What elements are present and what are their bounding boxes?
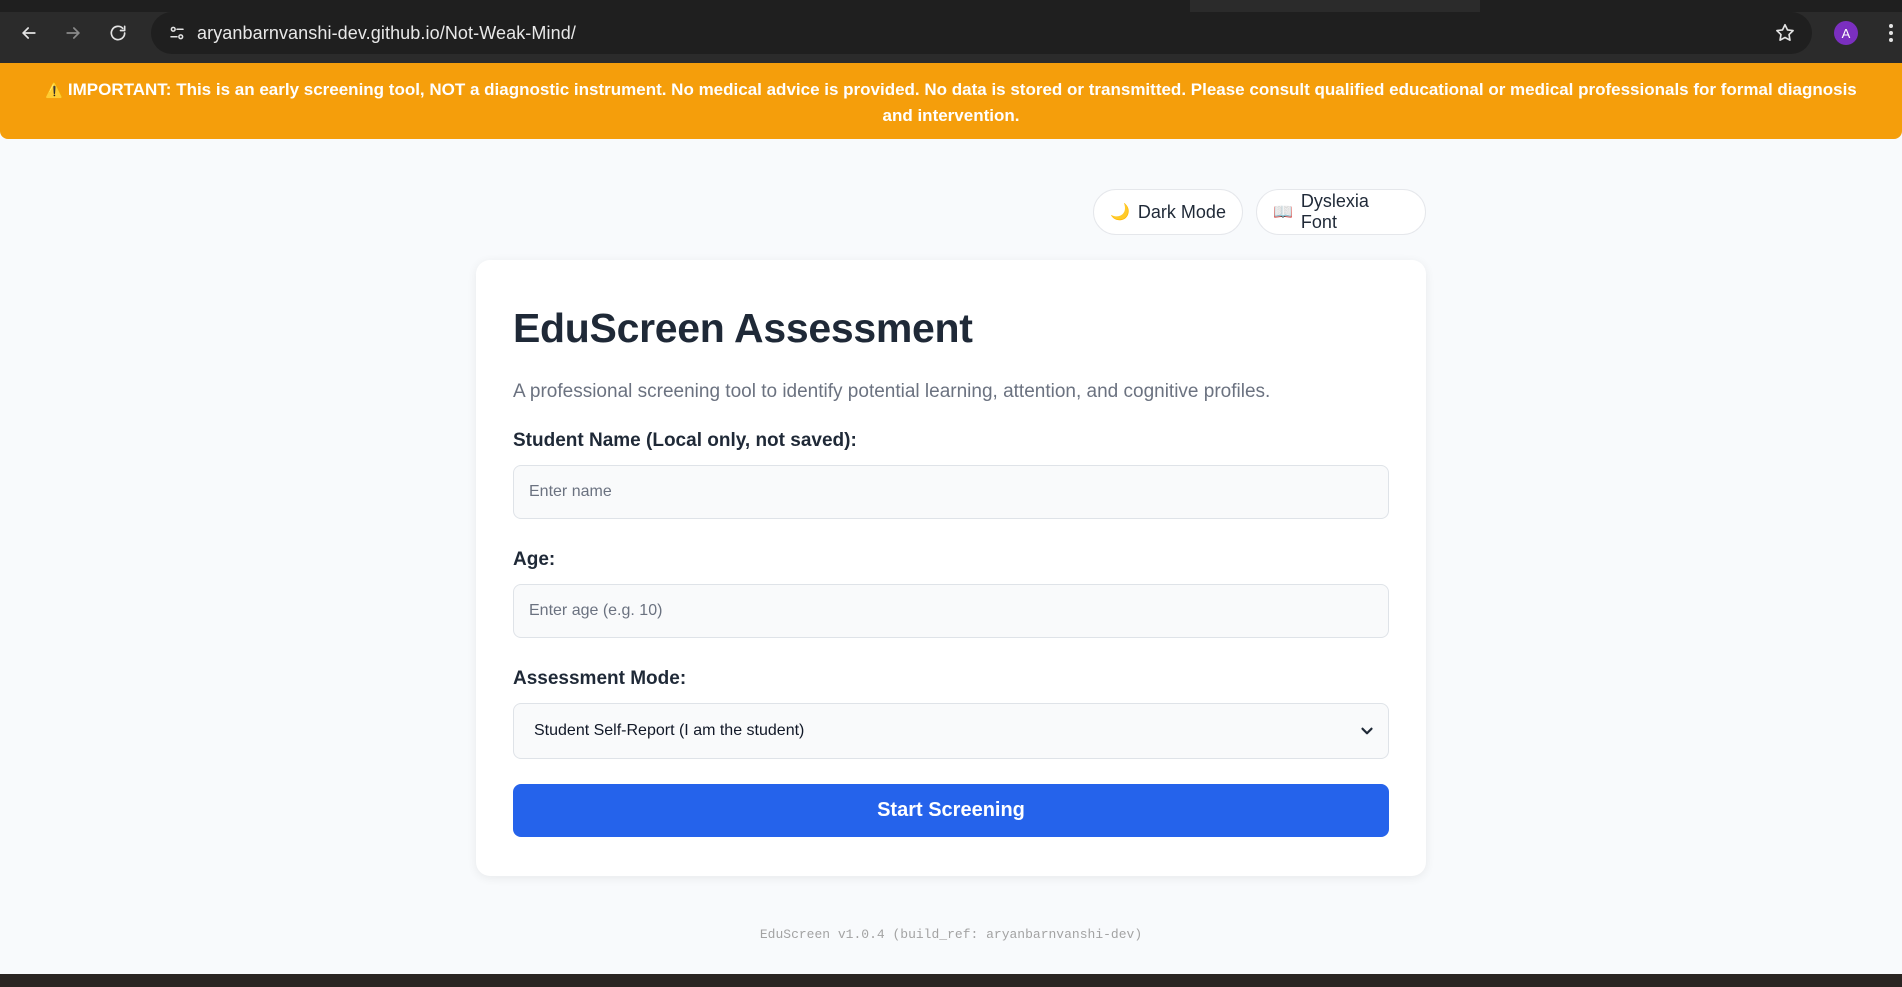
tune-icon xyxy=(170,26,184,40)
assessment-card: EduScreen Assessment A professional scre… xyxy=(476,260,1426,876)
arrow-right-icon xyxy=(66,27,80,39)
star-icon xyxy=(1776,23,1794,41)
site-info-button[interactable] xyxy=(157,12,197,54)
tab-strip xyxy=(0,0,1902,12)
reload-button[interactable] xyxy=(103,18,133,48)
chevron-down-icon xyxy=(1361,727,1373,735)
warning-icon: ⚠️ xyxy=(45,82,64,99)
moon-icon: 🌙 xyxy=(1110,204,1130,221)
active-tab[interactable] xyxy=(1190,0,1480,12)
dyslexia-font-label: Dyslexia Font xyxy=(1300,191,1369,232)
disclaimer-banner: ⚠️ IMPORTANT: This is an early screening … xyxy=(0,63,1902,139)
age-label: Age: xyxy=(513,549,556,570)
forward-button[interactable] xyxy=(58,18,88,48)
dyslexia-font-button[interactable]: 📖 Dyslexia Font xyxy=(1256,189,1426,235)
student-name-label: Student Name (Local only, not saved): xyxy=(513,430,857,451)
book-icon: 📖 xyxy=(1273,204,1293,221)
version-footer: EduScreen v1.0.4 (build_ref: aryanbarnva… xyxy=(759,927,1143,942)
assessment-mode-value: Student Self-Report (I am the student) xyxy=(534,722,805,739)
more-vertical-icon xyxy=(1889,24,1893,42)
student-name-input[interactable] xyxy=(513,465,1389,519)
bookmark-button[interactable] xyxy=(1772,20,1798,46)
start-screening-button[interactable]: Start Screening xyxy=(513,784,1389,837)
browser-menu-button[interactable] xyxy=(1880,19,1902,47)
taskbar xyxy=(0,974,1902,987)
address-bar[interactable]: aryanbarnvanshi-dev.github.io/Not-Weak-M… xyxy=(151,12,1812,54)
page-title: EduScreen Assessment xyxy=(513,305,973,351)
profile-avatar[interactable]: A xyxy=(1834,21,1858,45)
dark-mode-label: Dark Mode xyxy=(1137,201,1226,222)
disclaimer-text: IMPORTANT: This is an early screening to… xyxy=(67,80,1857,125)
back-button[interactable] xyxy=(14,18,44,48)
reload-icon xyxy=(110,25,126,41)
age-input[interactable] xyxy=(513,584,1389,638)
url-text[interactable]: aryanbarnvanshi-dev.github.io/Not-Weak-M… xyxy=(197,23,576,44)
assessment-mode-select[interactable]: Student Self-Report (I am the student) xyxy=(513,703,1389,759)
dark-mode-button[interactable]: 🌙 Dark Mode xyxy=(1093,189,1243,235)
browser-toolbar: aryanbarnvanshi-dev.github.io/Not-Weak-M… xyxy=(0,0,1902,63)
page-description: A professional screening tool to identif… xyxy=(513,381,1271,402)
arrow-left-icon xyxy=(22,27,36,39)
assessment-mode-label: Assessment Mode: xyxy=(513,668,687,689)
